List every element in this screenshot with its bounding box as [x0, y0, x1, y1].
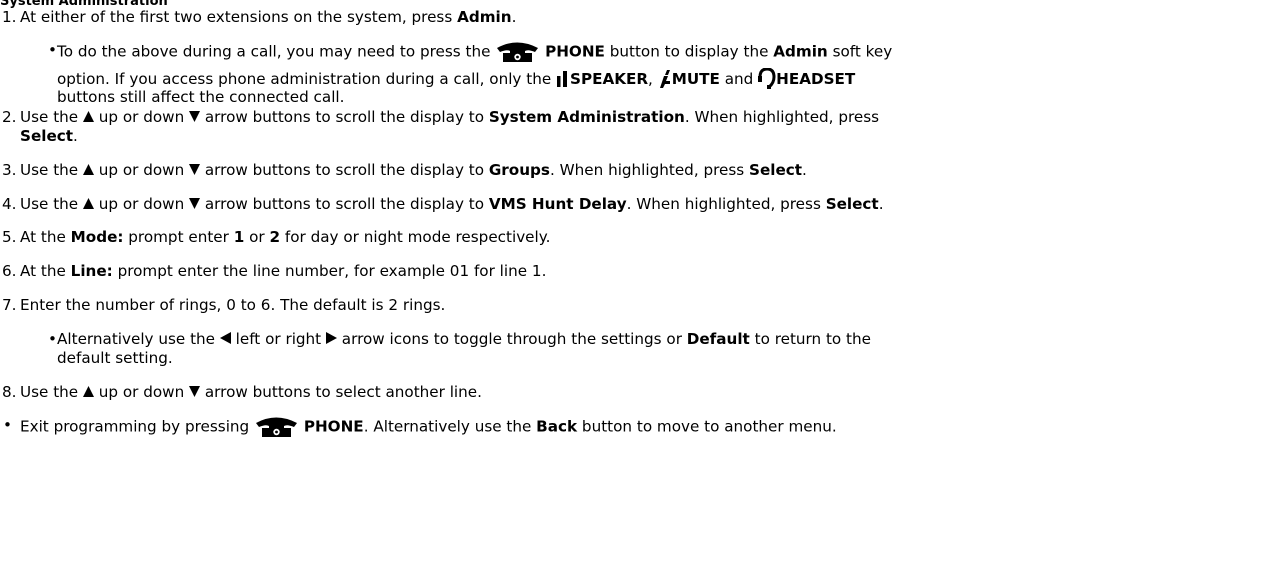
admin-label: Admin — [773, 42, 828, 61]
up-arrow-icon — [82, 386, 94, 397]
down-arrow-icon — [189, 164, 201, 175]
bullet-text: default setting. — [57, 349, 173, 367]
speaker-icon — [556, 70, 570, 90]
step-text: Use the — [20, 383, 83, 401]
step-text: arrow buttons to select another line. — [200, 383, 482, 401]
default-label: Default — [686, 330, 750, 348]
admin-label: Admin — [457, 8, 512, 26]
step-text: arrow buttons to scroll the display to — [200, 195, 489, 213]
exit-text: . Alternatively use the — [363, 417, 537, 436]
down-arrow-icon — [189, 386, 201, 397]
step-number: 6. — [2, 262, 17, 280]
punct: , — [648, 70, 658, 88]
step-text: arrow buttons to scroll the display to — [200, 108, 489, 126]
step-text: . When highlighted, press — [626, 195, 826, 213]
mute-icon — [658, 69, 672, 91]
bullet-text: buttons still affect the connected call. — [57, 88, 345, 106]
down-arrow-icon — [189, 198, 201, 209]
select-label: Select — [825, 195, 879, 213]
headset-label: HEADSET — [776, 70, 856, 88]
left-arrow-icon — [219, 332, 231, 344]
step-text: At either of the first two extensions on… — [20, 8, 458, 26]
headset-icon — [758, 67, 776, 91]
bullet-dot: • — [3, 416, 12, 434]
value-label: 2 — [269, 228, 281, 246]
bullet-text: left or right — [230, 330, 326, 348]
bullet-text: Alternatively use the — [57, 330, 220, 348]
step-number: 5. — [2, 228, 17, 246]
back-label: Back — [536, 417, 578, 436]
bullet-text: To do the above during a call, you may n… — [57, 42, 496, 61]
step-text: up or down — [93, 108, 190, 126]
step-text: Enter the number of rings, 0 to 6. The d… — [20, 296, 446, 314]
bullet-text: to return to the — [749, 330, 871, 348]
step-text: . When highlighted, press — [549, 161, 750, 179]
bullet-dot: • — [48, 41, 57, 59]
line-label: Line: — [70, 262, 113, 280]
select-label: Select — [749, 161, 803, 179]
up-arrow-icon — [82, 111, 94, 122]
step-number: 2. — [2, 108, 17, 126]
bullet-text: soft key — [827, 42, 893, 61]
bullet-text: option. If you access phone administrati… — [57, 70, 556, 88]
step-text: Use the — [20, 108, 83, 126]
step-text: arrow buttons to scroll the display to — [200, 161, 489, 179]
right-arrow-icon — [325, 332, 337, 344]
phone-icon — [254, 416, 299, 438]
step-number: 8. — [2, 383, 17, 401]
menu-item-label: VMS Hunt Delay — [488, 195, 627, 213]
phone-icon — [495, 41, 540, 63]
exit-text: Exit programming by pressing — [20, 417, 255, 436]
exit-text: button to move to another menu. — [577, 417, 837, 436]
down-arrow-icon — [189, 111, 201, 122]
phone-label: PHONE — [545, 42, 605, 61]
speaker-label: SPEAKER — [570, 70, 649, 88]
step-text: for day or night mode respectively. — [280, 228, 551, 246]
mute-label: MUTE — [671, 70, 720, 88]
step-text: up or down — [93, 161, 190, 179]
up-arrow-icon — [82, 198, 94, 209]
step-text: Use the — [20, 195, 83, 213]
value-label: 1 — [233, 228, 245, 246]
step-number: 4. — [2, 195, 17, 213]
bullet-text: button to display the — [604, 42, 774, 61]
punct: . — [802, 161, 807, 179]
punct: . — [73, 127, 78, 145]
step-text: prompt enter the line number, for exampl… — [112, 262, 547, 280]
punct: . — [511, 8, 517, 26]
step-text: prompt enter — [123, 228, 234, 246]
punct: . — [878, 195, 884, 213]
up-arrow-icon — [82, 164, 94, 175]
step-text: . When highlighted, press — [684, 108, 880, 126]
step-text: up or down — [93, 383, 190, 401]
menu-item-label: System Administration — [488, 108, 685, 126]
step-text: Use the — [20, 161, 83, 179]
bullet-text: arrow icons to toggle through the settin… — [336, 330, 687, 348]
step-text: At the — [20, 262, 71, 280]
step-number: 7. — [2, 296, 17, 314]
bullet-text: and — [719, 70, 759, 88]
step-text: At the — [20, 228, 71, 246]
select-label: Select — [20, 127, 74, 145]
step-text: up or down — [93, 195, 190, 213]
bullet-dot: • — [48, 330, 57, 348]
step-number: 3. — [2, 161, 17, 179]
step-text: or — [244, 228, 270, 246]
mode-label: Mode: — [70, 228, 124, 246]
step-number: 1. — [2, 8, 17, 26]
phone-label: PHONE — [303, 417, 364, 436]
menu-item-label: Groups — [488, 161, 550, 179]
